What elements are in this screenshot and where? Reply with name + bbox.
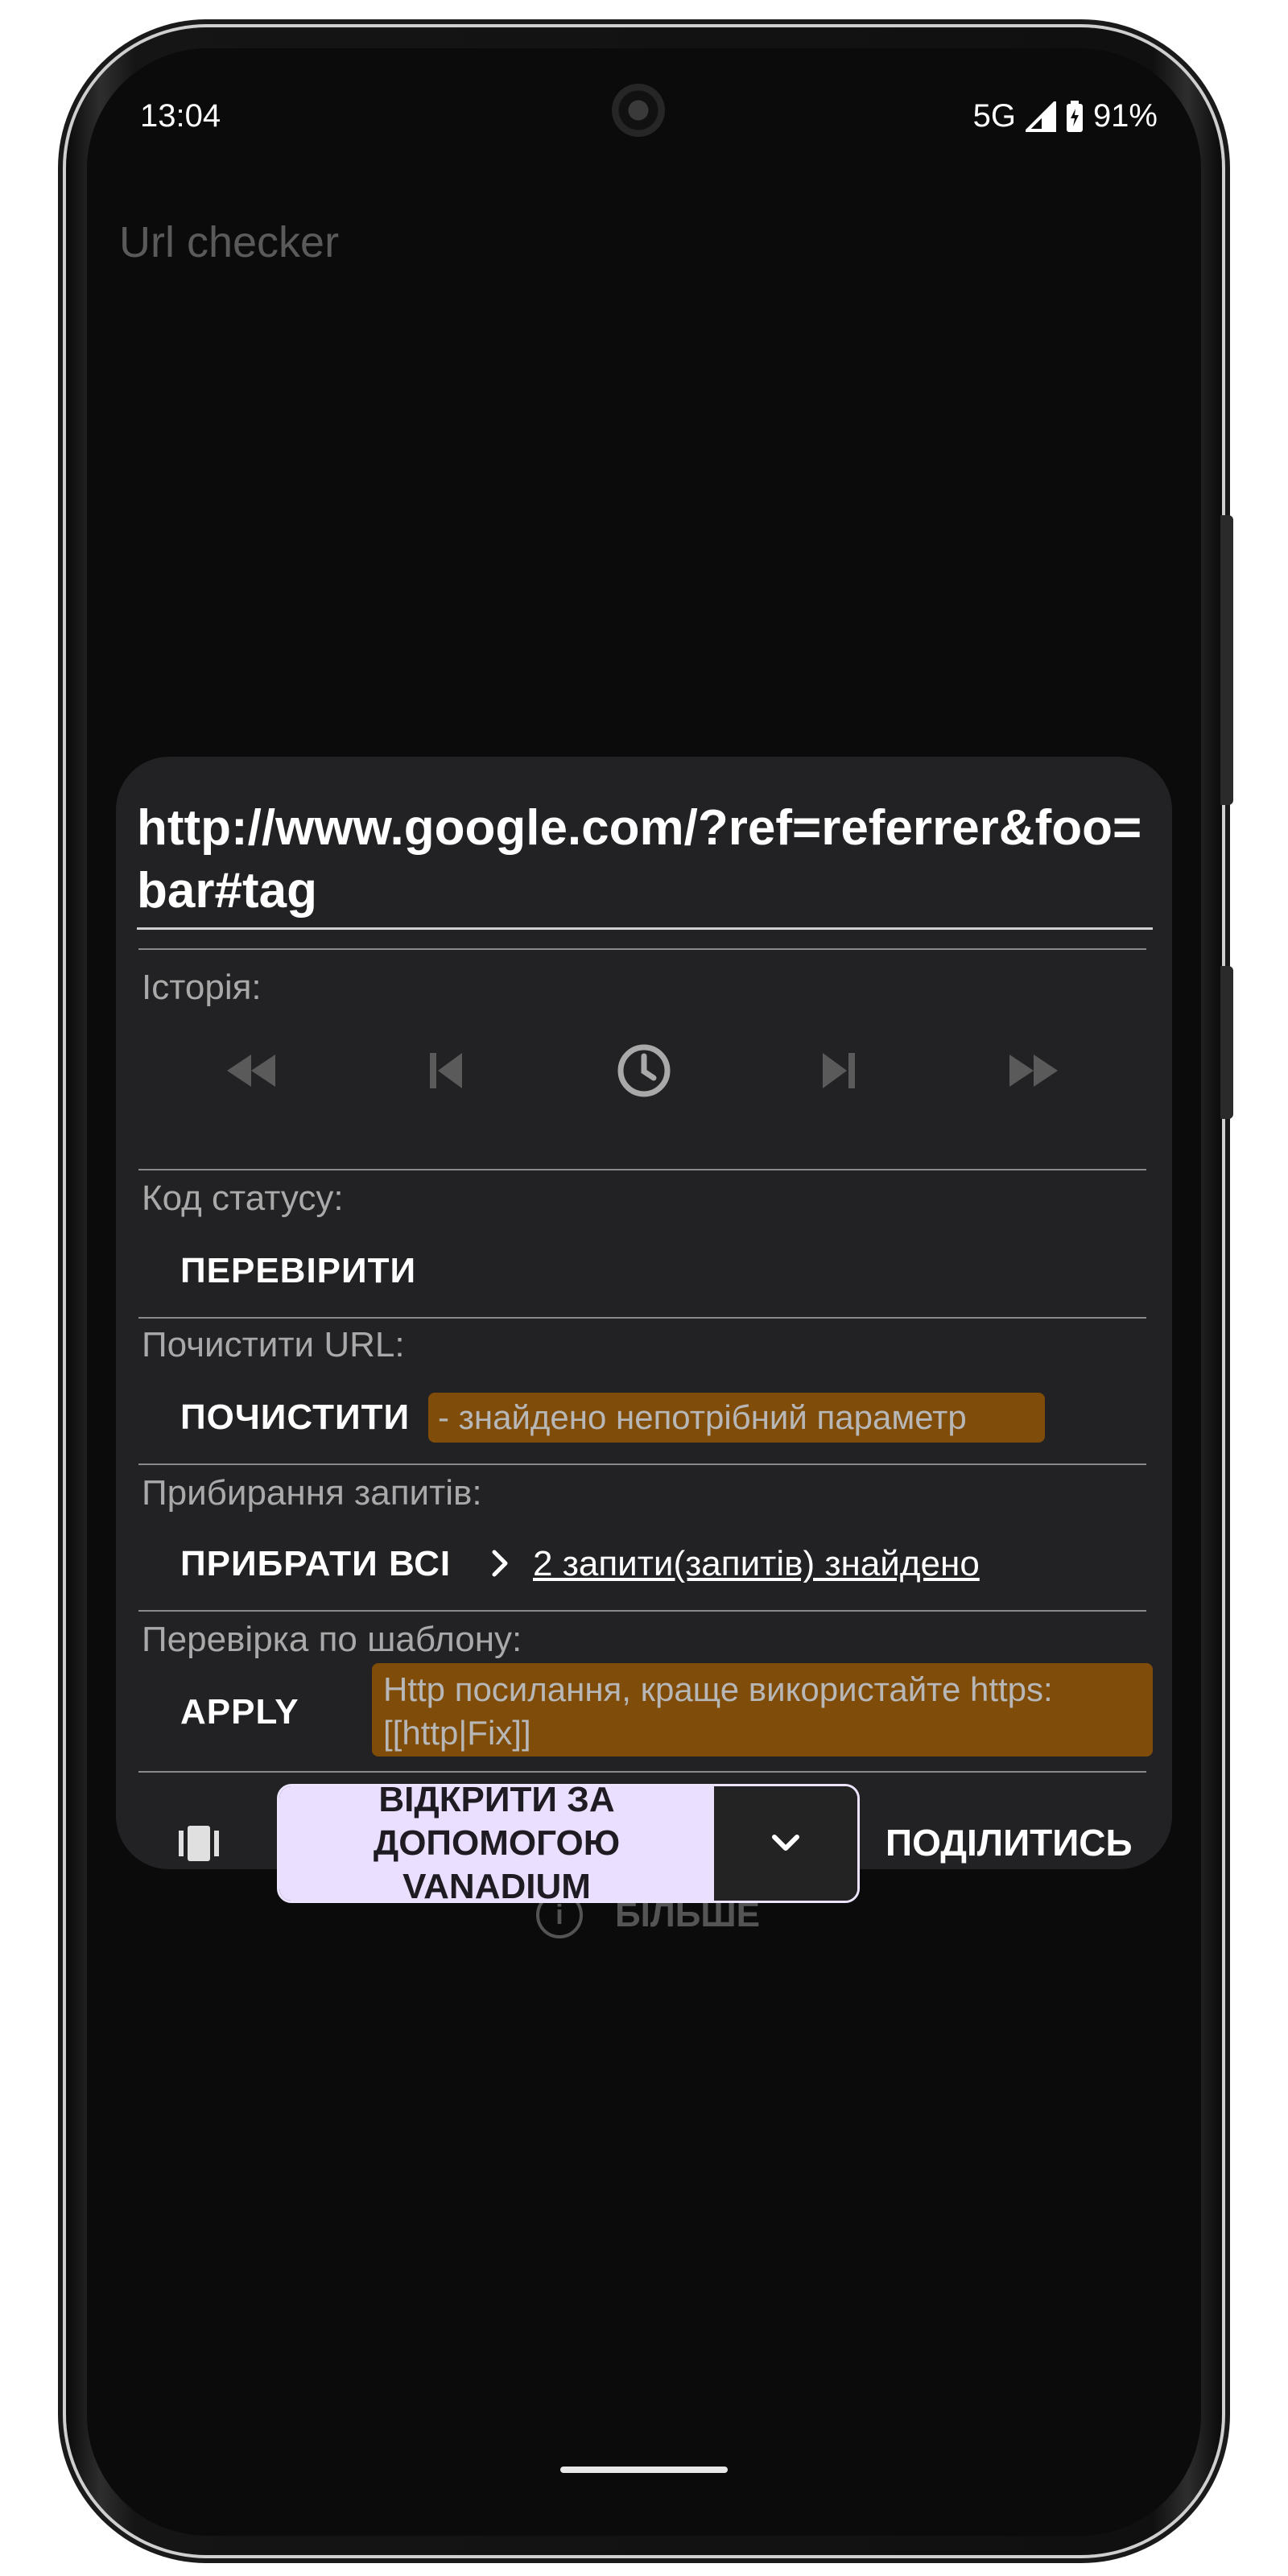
url-underline	[137, 927, 1153, 930]
clean-url-button[interactable]: ПОЧИСТИТИ	[180, 1397, 410, 1438]
status-right: 5G 91%	[973, 98, 1158, 134]
app-title: Url checker	[119, 218, 340, 266]
divider	[138, 1317, 1146, 1319]
url-dialog: http://www.google.com/?ref=referrer&foo=…	[116, 757, 1172, 1903]
status-time: 13:04	[140, 98, 221, 134]
open-label-line2: ДОПОМОГОЮ	[373, 1823, 621, 1863]
check-status-button[interactable]: ПЕРЕВІРИТИ	[180, 1251, 416, 1291]
http-warning: Http посилання, краще використайте https…	[372, 1663, 1153, 1757]
share-button[interactable]: ПОДІЛИТИСЬ	[886, 1821, 1133, 1864]
history-previous-button[interactable]	[414, 1038, 478, 1103]
history-label: Історія:	[142, 968, 262, 1007]
history-next-button[interactable]	[807, 1038, 871, 1103]
divider	[138, 1610, 1146, 1612]
history-button[interactable]	[612, 1038, 676, 1103]
query-removal-label: Прибирання запитів:	[142, 1473, 482, 1513]
history-controls	[116, 1038, 1172, 1103]
open-label-line1: ВІДКРИТИ ЗА	[378, 1784, 615, 1819]
status-code-label: Код статусу:	[142, 1179, 344, 1218]
skip-previous-icon	[430, 1053, 462, 1088]
chevron-down-icon	[772, 1835, 799, 1851]
copy-icon[interactable]	[177, 1823, 221, 1864]
clean-url-label: Почистити URL:	[142, 1325, 405, 1364]
signal-icon	[1025, 101, 1056, 132]
fast-forward-icon	[1009, 1055, 1058, 1087]
open-with-button-group: ВІДКРИТИ ЗА ДОПОМОГОЮ VANADIUM	[277, 1784, 860, 1903]
apply-pattern-button[interactable]: APPLY	[180, 1692, 299, 1732]
home-indicator[interactable]	[560, 2467, 728, 2473]
clock-icon	[617, 1044, 671, 1097]
battery-icon	[1066, 100, 1083, 132]
url-text[interactable]: http://www.google.com/?ref=referrer&foo=…	[137, 797, 1153, 923]
history-last-button[interactable]	[1001, 1038, 1066, 1103]
choose-app-dropdown[interactable]	[714, 1786, 857, 1901]
divider	[138, 1771, 1146, 1773]
remove-all-queries-button[interactable]: ПРИБРАТИ ВСІ	[180, 1544, 451, 1584]
history-first-button[interactable]	[219, 1038, 283, 1103]
chevron-right-icon[interactable]	[488, 1546, 512, 1581]
power-button	[1220, 966, 1233, 1119]
volume-button	[1220, 515, 1233, 805]
battery-level: 91%	[1092, 98, 1158, 134]
network-type: 5G	[972, 98, 1016, 134]
rewind-icon	[227, 1055, 275, 1087]
divider	[138, 1463, 1146, 1465]
unnecessary-param-warning: - знайдено непотрібний параметр	[428, 1393, 1045, 1443]
open-label-line3: VANADIUM	[402, 1867, 591, 1903]
divider	[138, 948, 1146, 950]
pattern-check-label: Перевірка по шаблону:	[142, 1620, 522, 1659]
open-with-vanadium-button[interactable]: ВІДКРИТИ ЗА ДОПОМОГОЮ VANADIUM	[279, 1786, 714, 1901]
divider	[138, 1169, 1146, 1170]
skip-next-icon	[823, 1053, 855, 1088]
bottom-actions: ВІДКРИТИ ЗА ДОПОМОГОЮ VANADIUM ПОДІЛИТИС…	[116, 1784, 1172, 1903]
queries-found-link[interactable]: 2 запити(запитів) знайдено	[533, 1544, 980, 1584]
screen: 13:04 5G 91% Url checker i БІЛЬШЕ http:/…	[87, 48, 1201, 2536]
